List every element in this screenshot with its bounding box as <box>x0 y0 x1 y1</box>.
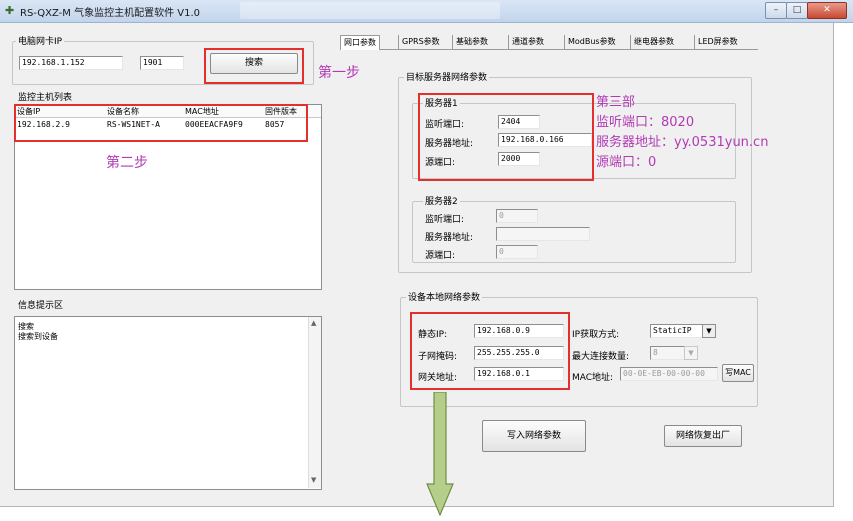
tab-strip-line <box>340 49 758 50</box>
scroll-up-icon[interactable]: ▲ <box>311 319 316 327</box>
close-button[interactable]: ✕ <box>807 2 847 19</box>
nic-group-title: 电脑网卡IP <box>16 34 65 47</box>
down-arrow-icon <box>426 392 454 516</box>
tab-led[interactable]: LED屏参数 <box>694 35 741 49</box>
chevron-down-icon[interactable]: ▼ <box>684 346 698 360</box>
tab-relay[interactable]: 继电器参数 <box>630 35 677 49</box>
server2-source-port-label: 源端口: <box>425 251 456 261</box>
server2-title: 服务器2 <box>423 194 460 207</box>
info-textarea[interactable]: 搜索 搜索到设备 ▲ ▼ <box>14 316 322 490</box>
step3-listen-annotation: 监听端口：8020 <box>596 115 695 130</box>
ip-mode-value: StaticIP <box>653 326 692 335</box>
mac-address-input[interactable]: 00-0E-EB-00-00-00 <box>620 367 718 381</box>
title-bar-blur <box>240 2 500 19</box>
title-bar: ✚ RS-QXZ-M 气象监控主机配置软件 V1.0 – □ ✕ <box>0 0 853 23</box>
server2-address-input[interactable] <box>496 227 590 241</box>
tab-channel[interactable]: 通道参数 <box>508 35 547 49</box>
search-button[interactable]: 搜索 <box>210 53 298 74</box>
max-connections-value: 8 <box>653 348 658 357</box>
maximize-button[interactable]: □ <box>786 2 808 19</box>
step2-highlight <box>14 104 308 142</box>
step2-annotation: 第二步 <box>106 155 148 171</box>
app-icon: ✚ <box>5 4 15 17</box>
write-network-params-button[interactable]: 写入网络参数 <box>482 420 586 452</box>
chevron-down-icon[interactable]: ▼ <box>702 324 716 338</box>
target-server-group-title: 目标服务器网络参数 <box>404 70 490 83</box>
step3-title-annotation: 第三部 <box>596 95 636 110</box>
server2-listen-port-input[interactable]: 0 <box>496 209 538 223</box>
tab-gprs[interactable]: GPRS参数 <box>398 35 443 49</box>
server2-listen-port-label: 监听端口: <box>425 215 465 225</box>
factory-reset-button[interactable]: 网络恢复出厂 <box>664 425 742 447</box>
tab-modbus[interactable]: ModBus参数 <box>564 35 619 49</box>
host-list-title: 监控主机列表 <box>18 93 73 103</box>
server2-source-port-input[interactable]: 0 <box>496 245 538 259</box>
scroll-down-icon[interactable]: ▼ <box>311 476 316 484</box>
step3-server-annotation: 服务器地址：yy.0531yun.cn <box>596 135 769 150</box>
ip-mode-select[interactable]: StaticIP <box>650 324 704 338</box>
step1-annotation: 第一步 <box>318 65 360 81</box>
step3-highlight <box>418 93 594 181</box>
local-network-highlight <box>410 312 570 390</box>
local-network-group-title: 设备本地网络参数 <box>406 290 483 303</box>
step3-source-annotation: 源端口：0 <box>596 155 657 170</box>
nic-port-input[interactable]: 1901 <box>140 56 184 70</box>
window-title: RS-QXZ-M 气象监控主机配置软件 V1.0 <box>20 8 201 19</box>
tab-basic[interactable]: 基础参数 <box>452 35 491 49</box>
max-connections-select[interactable]: 8 <box>650 346 686 360</box>
ip-mode-label: IP获取方式: <box>572 330 620 340</box>
server2-address-label: 服务器地址: <box>425 233 474 243</box>
info-line: 搜索到设备 <box>18 332 58 341</box>
max-connections-label: 最大连接数量: <box>572 352 630 362</box>
write-mac-button[interactable]: 写MAC <box>722 364 754 382</box>
tab-network[interactable]: 网口参数 <box>340 35 380 50</box>
mac-address-label: MAC地址: <box>572 373 614 383</box>
minimize-button[interactable]: – <box>765 2 787 19</box>
nic-ip-input[interactable]: 192.168.1.152 <box>19 56 123 70</box>
info-area-title: 信息提示区 <box>18 301 64 311</box>
info-scrollbar[interactable]: ▲ ▼ <box>308 317 321 488</box>
